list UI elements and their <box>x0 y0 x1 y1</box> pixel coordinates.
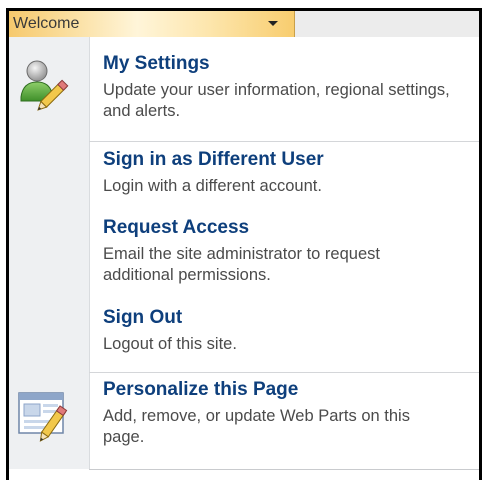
menu-bar: Welcome <box>9 11 479 37</box>
welcome-dropdown-menu: My Settings Update your user information… <box>9 37 479 469</box>
menu-item-description: Update your user information, regional s… <box>103 81 450 120</box>
menu-item-sign-in-different-user[interactable]: Sign in as Different User Login with a d… <box>89 149 479 207</box>
menu-item-sign-out[interactable]: Sign Out Logout of this site. <box>89 307 479 365</box>
menu-separator <box>89 141 479 142</box>
welcome-label: Welcome <box>13 15 80 32</box>
welcome-menu-button[interactable]: Welcome <box>9 11 295 37</box>
menu-separator <box>89 372 479 373</box>
menu-item-description: Add, remove, or update Web Parts on this… <box>103 407 410 446</box>
menu-item-request-access[interactable]: Request Access Email the site administra… <box>89 217 479 297</box>
menu-item-title: Request Access <box>103 217 250 238</box>
welcome-menu-frame: Welcome My Settings Update your user inf… <box>6 8 482 480</box>
menu-item-personalize-page[interactable]: Personalize this Page Add, remove, or up… <box>89 379 479 461</box>
chevron-down-icon[interactable] <box>268 21 278 26</box>
menu-item-description: Login with a different account. <box>103 177 322 195</box>
menu-item-title: My Settings <box>103 53 210 74</box>
menu-item-title: Sign in as Different User <box>103 149 324 170</box>
menu-bottom-border <box>89 469 479 470</box>
menu-item-description: Logout of this site. <box>103 335 237 353</box>
menu-item-my-settings[interactable]: My Settings Update your user information… <box>89 53 479 133</box>
menu-item-title: Personalize this Page <box>103 379 299 400</box>
menu-item-description: Email the site administrator to request … <box>103 245 380 284</box>
menu-item-title: Sign Out <box>103 307 183 328</box>
